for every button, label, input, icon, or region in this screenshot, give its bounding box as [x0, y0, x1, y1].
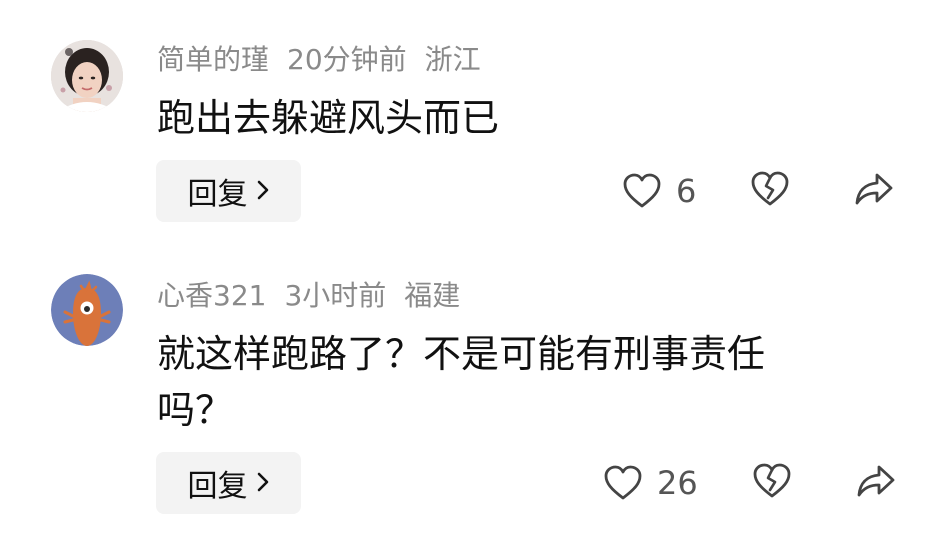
timestamp: 20分钟前	[287, 43, 407, 76]
share-button[interactable]	[856, 463, 896, 503]
chevron-right-icon	[256, 175, 270, 208]
avatar[interactable]	[51, 274, 123, 346]
username[interactable]: 简单的瑾	[157, 43, 269, 76]
like-button[interactable]: 6	[622, 172, 696, 210]
dislike-button[interactable]	[750, 170, 790, 212]
like-button[interactable]: 26	[603, 464, 698, 502]
comment-text: 就这样跑路了？不是可能有刑事责任吗？	[157, 332, 766, 432]
comment-actions: 26	[603, 452, 896, 514]
heart-outline-icon	[622, 172, 662, 210]
chevron-right-icon	[256, 467, 270, 500]
avatar[interactable]	[51, 40, 123, 112]
like-count: 26	[657, 464, 698, 502]
share-arrow-icon	[854, 171, 894, 211]
reply-label: 回复	[187, 469, 248, 504]
comment-meta: 心香321 3小时前 福建	[157, 278, 478, 314]
share-arrow-icon	[856, 463, 896, 503]
woman-photo-avatar-icon	[51, 40, 123, 112]
share-button[interactable]	[854, 171, 894, 211]
comment-item: 心香321 3小时前 福建 就这样跑路了？不是可能有刑事责任吗？ 回复 26	[0, 250, 945, 542]
location: 浙江	[424, 43, 481, 76]
comment-text: 跑出去躲避风头而已	[157, 96, 500, 140]
comment-meta: 简单的瑾 20分钟前 浙江	[157, 42, 499, 78]
dislike-button[interactable]	[752, 462, 792, 504]
heart-outline-icon	[603, 464, 643, 502]
timestamp: 3小时前	[284, 279, 387, 312]
broken-heart-icon	[750, 170, 790, 212]
cartoon-character-avatar-icon	[51, 274, 123, 346]
reply-button[interactable]: 回复	[156, 452, 301, 514]
broken-heart-icon	[752, 462, 792, 504]
comment-actions: 6	[622, 160, 894, 222]
username[interactable]: 心香321	[157, 279, 266, 312]
reply-label: 回复	[187, 177, 248, 212]
like-count: 6	[676, 172, 697, 210]
location: 福建	[404, 279, 461, 312]
reply-button[interactable]: 回复	[156, 160, 301, 222]
comment-item: 简单的瑾 20分钟前 浙江 跑出去躲避风头而已 回复 6	[0, 0, 945, 250]
